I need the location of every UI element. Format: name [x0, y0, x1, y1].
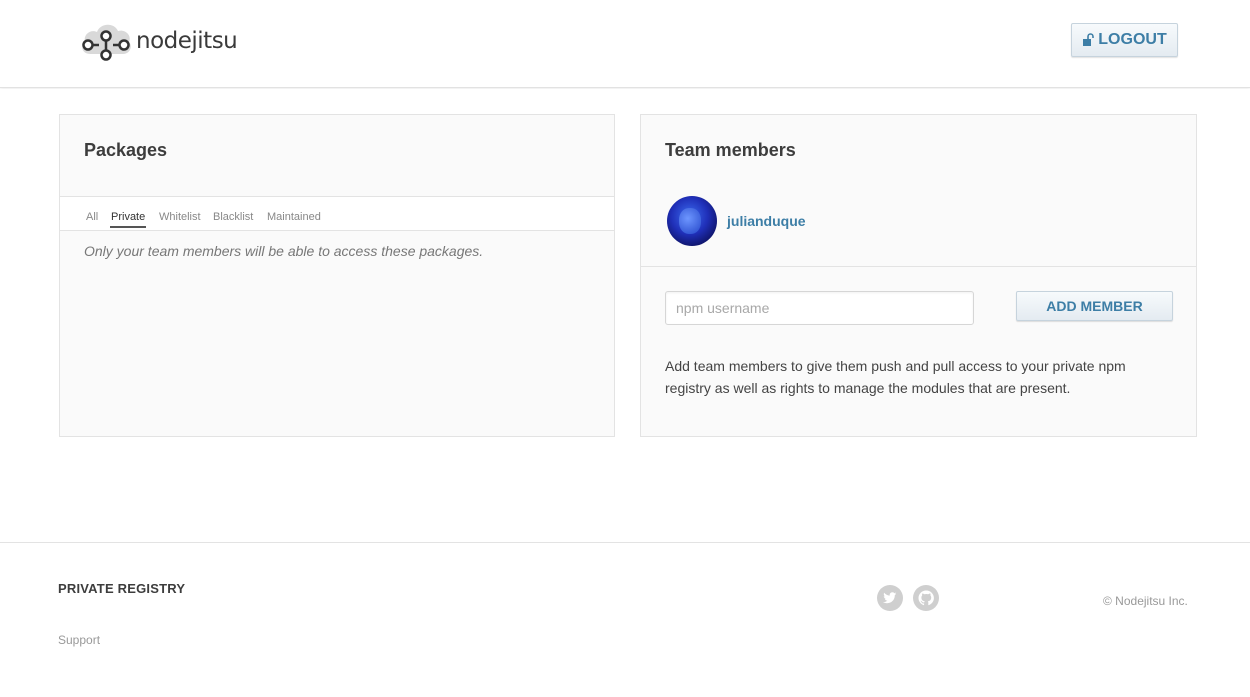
avatar-face [679, 208, 701, 234]
cloud-logo-icon [82, 24, 131, 61]
unlock-icon [1083, 33, 1095, 46]
npm-username-input[interactable] [665, 291, 974, 325]
packages-panel: Packages All Private Whitelist Blacklist… [59, 114, 615, 437]
tab-whitelist[interactable]: Whitelist [159, 211, 201, 226]
logout-button[interactable]: LOGOUT [1071, 23, 1178, 57]
team-title: Team members [665, 140, 796, 160]
tab-blacklist[interactable]: Blacklist [213, 211, 253, 226]
logo-text: nodejitsu [136, 27, 238, 54]
tab-private[interactable]: Private [110, 211, 147, 228]
team-member-row: julianduque [641, 185, 1196, 267]
twitter-icon[interactable] [877, 585, 903, 611]
avatar[interactable] [667, 196, 717, 246]
top-bar: nodejitsu LOGOUT [0, 0, 1250, 88]
main-content: Packages All Private Whitelist Blacklist… [0, 89, 1250, 542]
tab-all[interactable]: All [86, 211, 98, 226]
packages-empty-note: Only your team members will be able to a… [84, 243, 484, 259]
add-member-button[interactable]: ADD MEMBER [1016, 291, 1173, 321]
footer: PRIVATE REGISTRY Support © Nodejitsu Inc… [0, 542, 1250, 697]
packages-tabs: All Private Whitelist Blacklist Maintain… [60, 196, 614, 231]
footer-brand: PRIVATE REGISTRY [58, 581, 186, 596]
team-description: Add team members to give them push and p… [665, 358, 1126, 396]
member-username[interactable]: julianduque [727, 213, 806, 229]
packages-title: Packages [84, 140, 168, 160]
team-panel: Team members julianduque ADD MEMBER Add … [640, 114, 1197, 437]
nodejitsu-logo[interactable]: nodejitsu [78, 18, 238, 62]
github-icon[interactable] [913, 585, 939, 611]
tab-maintained[interactable]: Maintained [267, 211, 321, 226]
logout-label: LOGOUT [1098, 31, 1167, 48]
copyright: © Nodejitsu Inc. [1103, 594, 1188, 608]
support-link[interactable]: Support [58, 633, 100, 647]
